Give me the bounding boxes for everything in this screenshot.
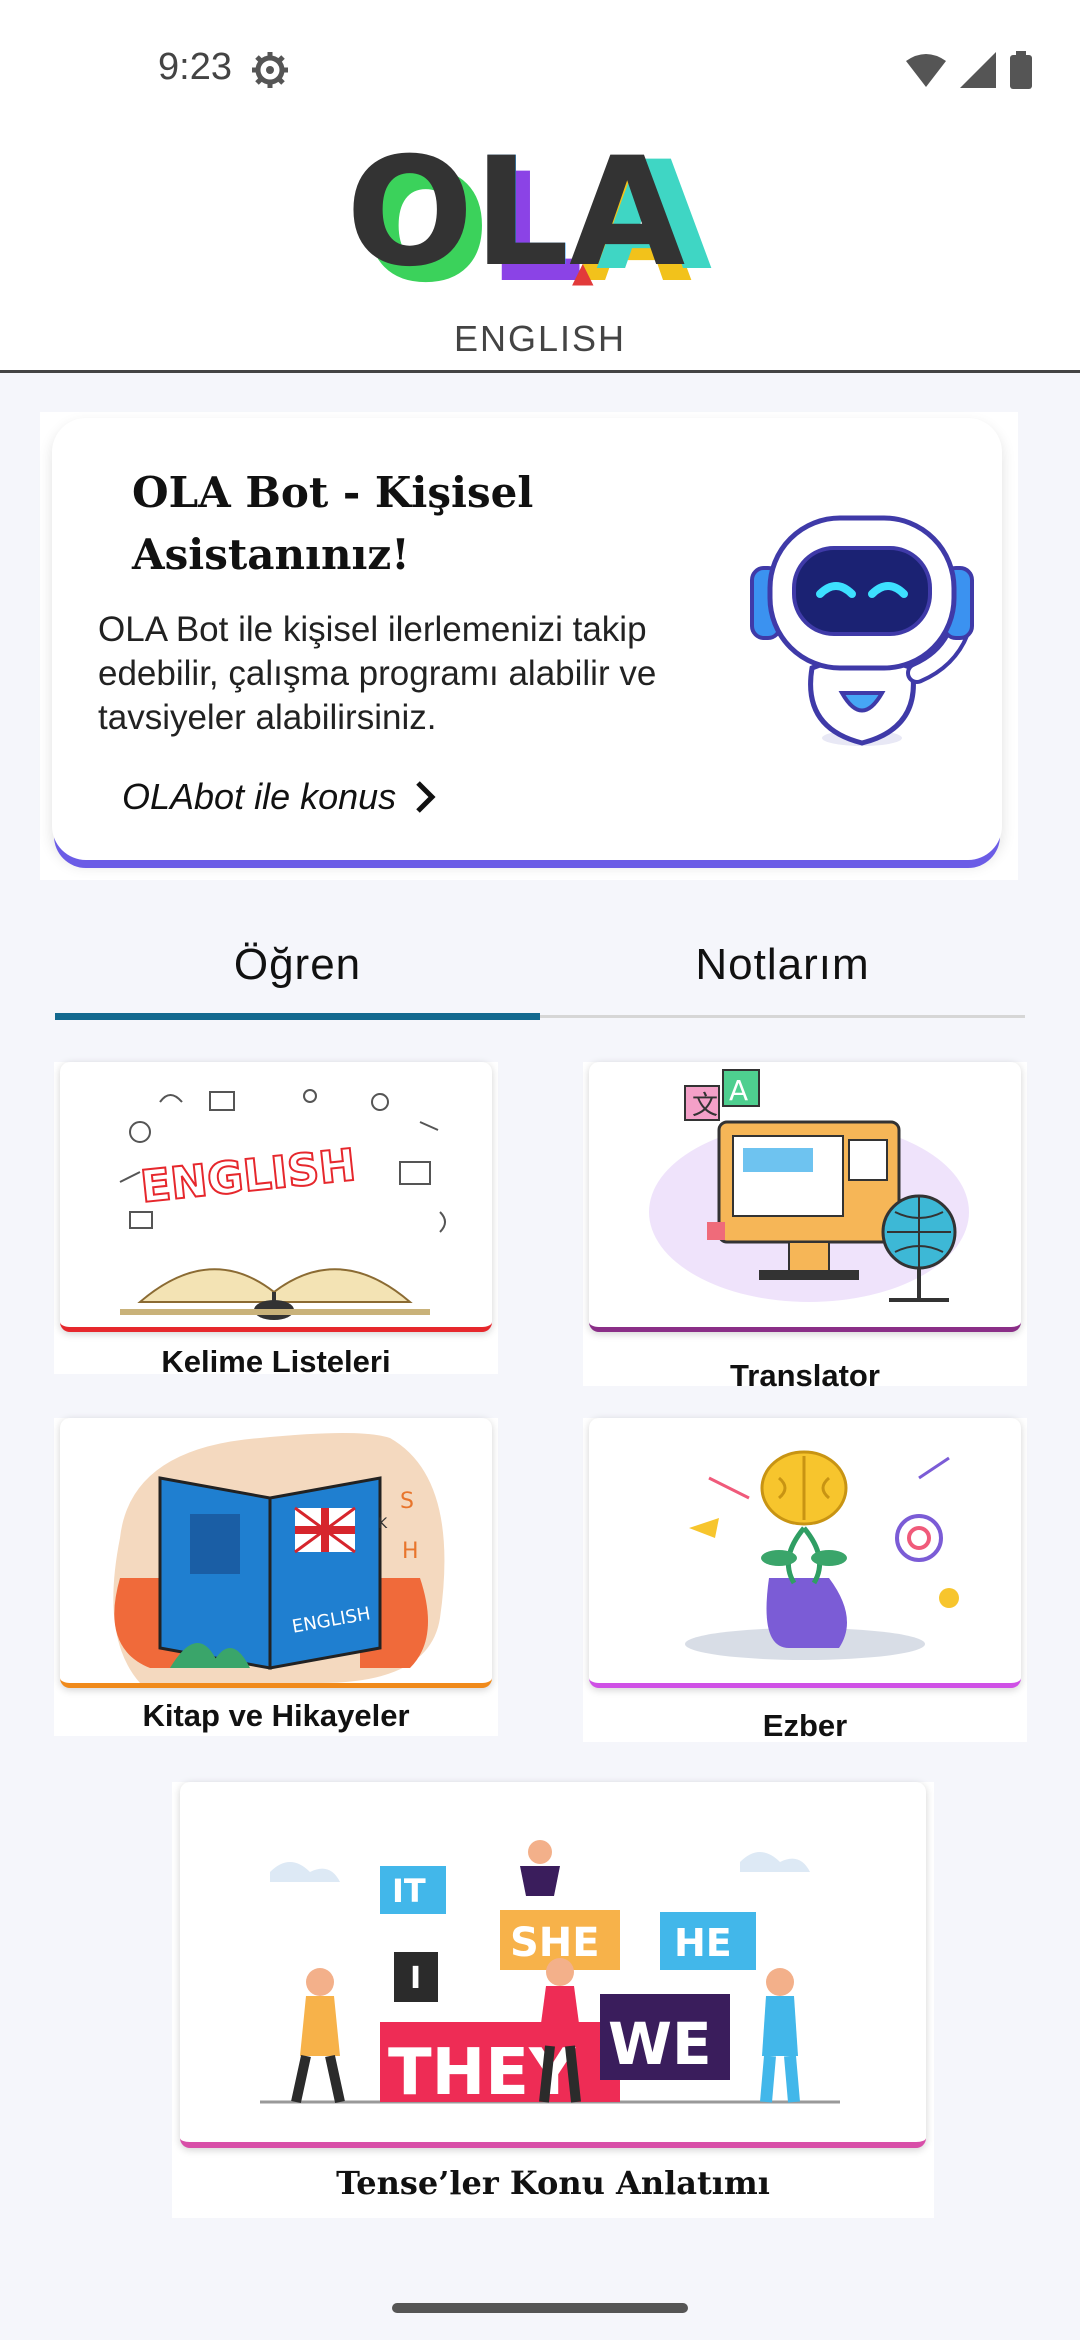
svg-text:K: K	[378, 1516, 388, 1532]
tab-bar: Öğren Notlarım	[55, 920, 1025, 1024]
tile-memorize-card	[589, 1418, 1021, 1688]
tile-translator[interactable]: 文 A Translator	[583, 1062, 1027, 1393]
reading-book-image: ENGLISH S H K	[113, 1433, 445, 1683]
status-bar: 9:23	[0, 0, 1080, 140]
signal-icon	[960, 52, 996, 88]
tile-word-lists-label: Kelime Listeleri	[161, 1344, 391, 1379]
status-icons	[906, 50, 1032, 90]
tab-selected-indicator	[55, 1013, 540, 1020]
app-header: O L A A L OLA ▲ ENGLISH	[0, 140, 1080, 373]
robot-mascot-image	[750, 515, 974, 746]
tile-books-stories-label: Kitap ve Hikayeler	[142, 1698, 410, 1733]
svg-text:文: 文	[692, 1091, 718, 1121]
svg-text:▲: ▲	[572, 256, 594, 289]
svg-text:IT: IT	[392, 1872, 426, 1910]
brain-growth-image	[685, 1450, 959, 1660]
battery-icon	[1010, 51, 1032, 89]
olabot-chat-link-label: OLAbot ile konus	[122, 776, 397, 817]
tile-tenses-lessons-card: THEY WE IT I SHE HE	[180, 1782, 926, 2148]
wifi-icon	[906, 54, 946, 87]
tab-my-notes[interactable]: Notlarım	[540, 920, 1025, 1018]
home-gesture-bar[interactable]	[392, 2303, 688, 2313]
tile-word-lists-card: ENGLISH	[60, 1062, 492, 1332]
bot-card-description: OLA Bot ile kişisel ilerlemenizi takip e…	[98, 610, 657, 737]
ola-bot-card[interactable]: OLA Bot - Kişisel Asistanınız! OLA Bot i…	[52, 418, 1002, 860]
tile-tenses-lessons-label: Tense’ler Konu Anlatımı	[336, 2164, 770, 2202]
svg-text:S: S	[400, 1489, 414, 1514]
tile-translator-label: Translator	[730, 1358, 880, 1393]
svg-text:A: A	[729, 1074, 748, 1107]
tile-translator-card: 文 A	[589, 1062, 1021, 1332]
tile-memorize-label: Ezber	[762, 1708, 848, 1743]
open-book-english-image: ENGLISH	[119, 1089, 446, 1320]
tile-books-stories[interactable]: ENGLISH S H K Kitap ve Hikayeler	[54, 1418, 498, 1736]
svg-text:HE: HE	[674, 1921, 732, 1965]
tile-memorize[interactable]: Ezber	[583, 1418, 1027, 1743]
tab-learn[interactable]: Öğren	[55, 920, 540, 1018]
tile-word-lists[interactable]: ENGLISH Kelime Listeleri	[54, 1062, 498, 1379]
translator-computer-image: 文 A	[649, 1069, 969, 1302]
svg-text:H: H	[402, 1539, 419, 1564]
chevron-right-icon	[416, 781, 436, 813]
status-time: 9:23	[158, 46, 232, 88]
svg-text:WE: WE	[608, 2010, 712, 2078]
ola-bot-section: OLA Bot - Kişisel Asistanınız! OLA Bot i…	[40, 412, 1018, 880]
svg-text:OLA: OLA	[346, 140, 685, 300]
pronouns-people-image: THEY WE IT I SHE HE	[260, 1840, 840, 2110]
settings-gear-icon	[252, 52, 288, 88]
logo-subtitle: ENGLISH	[453, 318, 627, 359]
olabot-chat-link[interactable]: OLAbot ile konus	[122, 776, 436, 818]
svg-text:ENGLISH: ENGLISH	[138, 1140, 358, 1213]
tile-tenses-lessons[interactable]: THEY WE IT I SHE HE Tense’ler Konu Anlat…	[172, 1782, 934, 2218]
tile-books-stories-card: ENGLISH S H K	[60, 1418, 492, 1688]
bot-card-title: OLA Bot - Kişisel Asistanınız!	[132, 468, 534, 579]
svg-text:I: I	[410, 1961, 421, 1996]
